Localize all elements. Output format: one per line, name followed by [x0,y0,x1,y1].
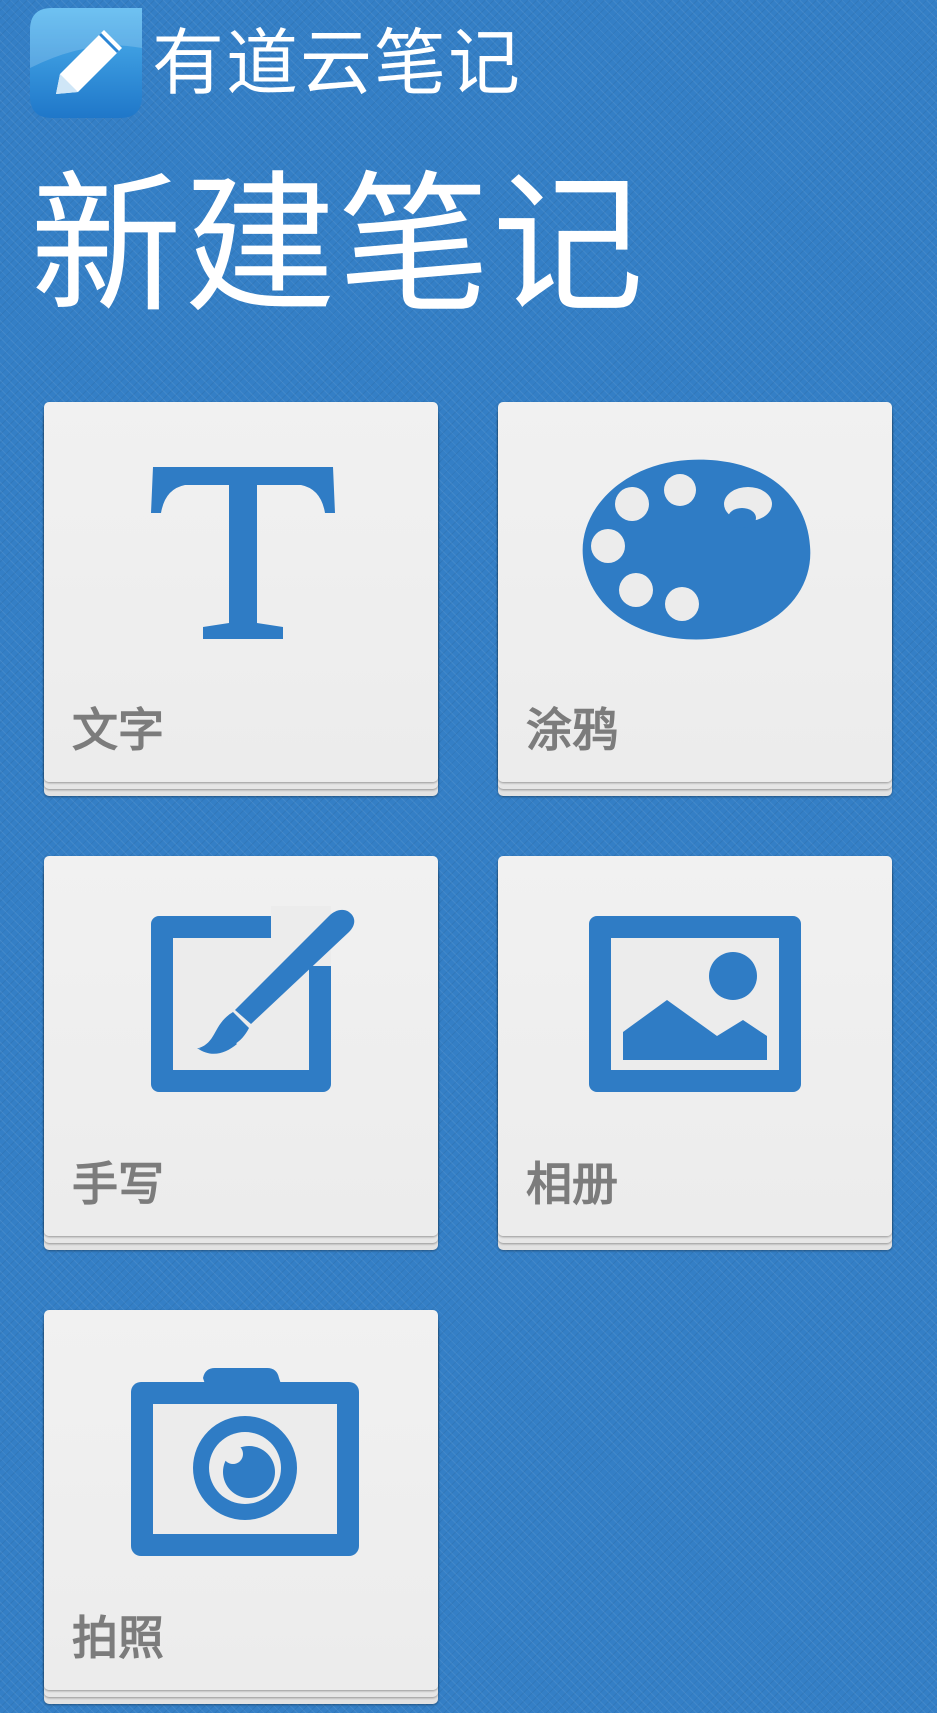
tile-label-doodle: 涂鸦 [526,703,618,757]
page-title: 新建笔记 [30,157,646,334]
app-title: 有道云笔记 [152,21,523,105]
new-album-note-tile[interactable]: 相册 [498,856,892,1250]
tile-card: 手写 [44,856,438,1236]
photo-album-icon [498,856,892,1146]
camera-icon [44,1310,438,1600]
tile-card: 相册 [498,856,892,1236]
tile-label-handwriting: 手写 [72,1157,164,1211]
handwriting-brush-icon [44,856,438,1146]
text-t-icon [44,402,438,692]
new-text-note-tile[interactable]: 文字 [44,402,438,796]
tile-card: 拍照 [44,1310,438,1690]
tile-card: 涂鸦 [498,402,892,782]
app-header: 有道云笔记 [30,8,522,118]
tile-label-photo: 拍照 [72,1611,164,1665]
tile-label-text: 文字 [72,703,164,757]
palette-icon [498,402,892,692]
tile-label-album: 相册 [526,1157,618,1211]
new-doodle-note-tile[interactable]: 涂鸦 [498,402,892,796]
tile-card: 文字 [44,402,438,782]
new-handwriting-note-tile[interactable]: 手写 [44,856,438,1250]
new-photo-note-tile[interactable]: 拍照 [44,1310,438,1704]
youdao-note-logo-icon [30,8,142,118]
